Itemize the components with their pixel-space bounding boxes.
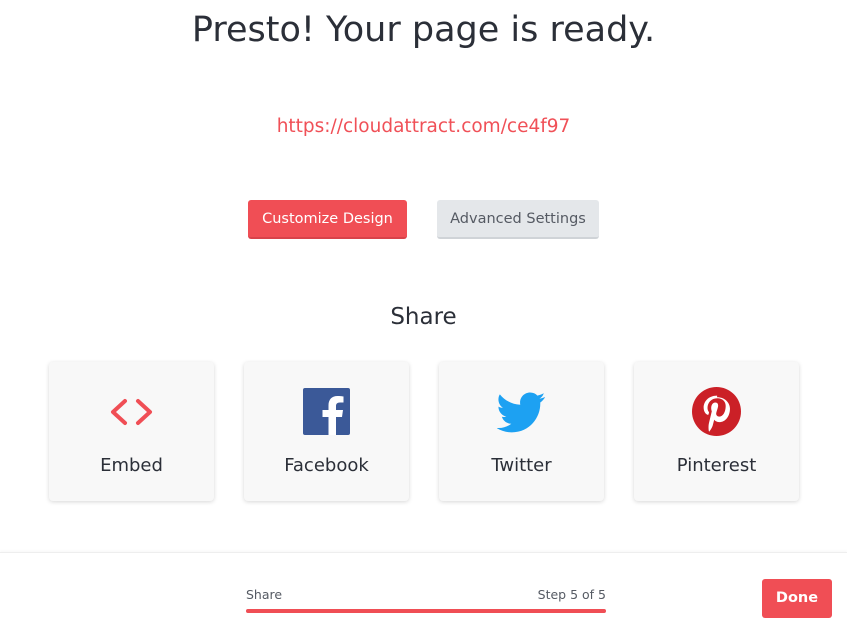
progress-bar-fill xyxy=(246,609,606,613)
share-card-label: Twitter xyxy=(491,455,552,476)
step-name: Share xyxy=(246,587,283,602)
twitter-icon xyxy=(497,387,546,436)
page-title: Presto! Your page is ready. xyxy=(191,10,656,50)
page: Presto! Your page is ready. https://clou… xyxy=(0,0,847,643)
done-button[interactable]: Done xyxy=(762,579,832,618)
share-card-label: Embed xyxy=(100,455,163,476)
share-heading: Share xyxy=(390,304,457,330)
wizard-footer: Share Step 5 of 5 Done xyxy=(0,552,847,643)
share-card-embed[interactable]: Embed xyxy=(49,362,214,501)
code-brackets-icon xyxy=(107,387,156,436)
pinterest-icon xyxy=(692,387,741,436)
advanced-settings-button[interactable]: Advanced Settings xyxy=(437,200,599,239)
customize-design-button[interactable]: Customize Design xyxy=(248,200,407,239)
share-card-label: Facebook xyxy=(284,455,369,476)
share-card-facebook[interactable]: Facebook xyxy=(244,362,409,501)
step-counter: Step 5 of 5 xyxy=(537,587,606,602)
facebook-icon xyxy=(302,387,351,436)
share-card-twitter[interactable]: Twitter xyxy=(439,362,604,501)
page-url-link[interactable]: https://cloudattract.com/ce4f97 xyxy=(0,115,847,139)
share-card-label: Pinterest xyxy=(676,455,757,476)
share-card-pinterest[interactable]: Pinterest xyxy=(634,362,799,501)
progress-bar xyxy=(246,609,606,613)
